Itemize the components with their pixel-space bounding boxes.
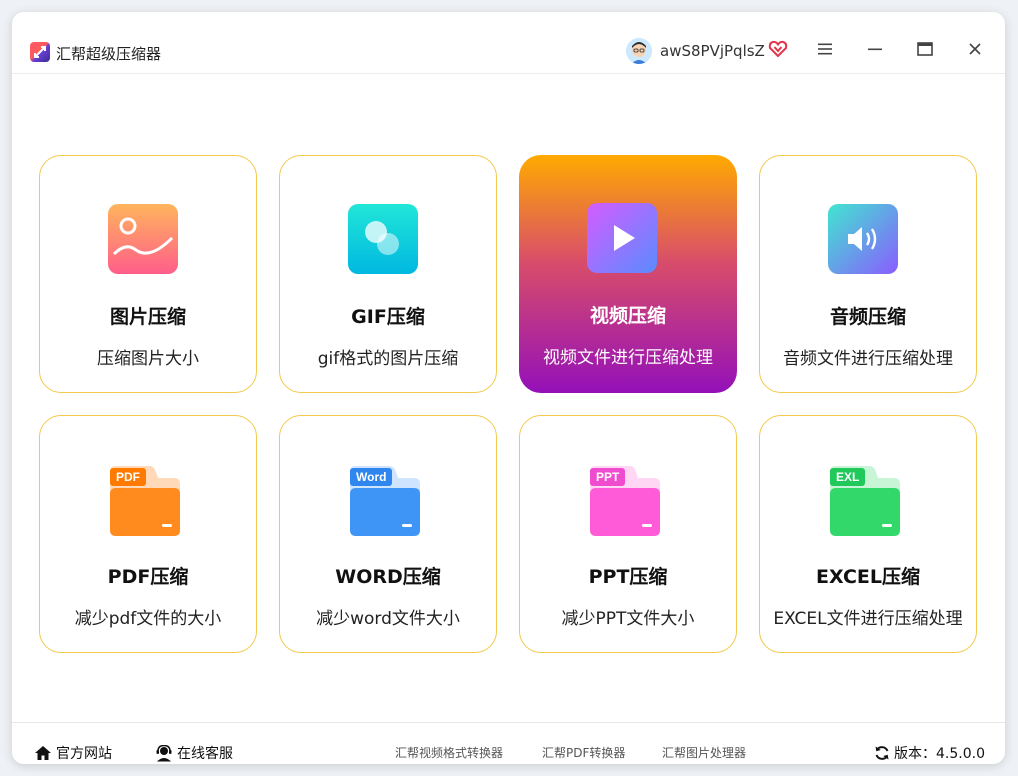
app-logo-icon xyxy=(30,42,50,62)
version-info[interactable]: 版本：4.5.0.0 xyxy=(874,743,985,763)
refresh-icon xyxy=(875,746,889,760)
card-gif-compress[interactable]: GIF压缩 gif格式的图片压缩 xyxy=(279,155,497,393)
menu-button[interactable] xyxy=(810,34,840,64)
online-service-link[interactable]: 在线客服 xyxy=(155,743,233,763)
card-desc: 压缩图片大小 xyxy=(97,349,199,369)
card-desc: EXCEL文件进行压缩处理 xyxy=(773,609,963,629)
version-label: 版本：4.5.0.0 xyxy=(894,746,985,762)
excel-folder-icon: EXL xyxy=(828,464,904,538)
maximize-icon xyxy=(917,42,933,56)
minimize-button[interactable] xyxy=(860,34,890,64)
card-title: 音频压缩 xyxy=(829,306,906,328)
image-processor-link[interactable]: 汇帮图片处理器 xyxy=(662,744,746,761)
word-folder-icon: Word xyxy=(348,464,424,538)
ppt-folder-icon: PPT xyxy=(588,464,664,538)
app-title: 汇帮超级压缩器 xyxy=(56,45,162,63)
card-image-compress[interactable]: 图片压缩 压缩图片大小 xyxy=(39,155,257,393)
home-icon xyxy=(35,746,51,760)
gif-icon xyxy=(348,204,424,278)
card-title: 视频压缩 xyxy=(589,305,666,327)
title-bar: 汇帮超级压缩器 awS8PVjPqlsZ xyxy=(12,12,1005,74)
card-desc: 减少word文件大小 xyxy=(316,609,460,629)
close-button[interactable] xyxy=(960,34,990,64)
video-converter-link[interactable]: 汇帮视频格式转换器 xyxy=(395,744,503,761)
card-title: PPT压缩 xyxy=(588,566,668,588)
user-avatar[interactable] xyxy=(626,38,652,64)
card-excel-compress[interactable]: EXL EXCEL压缩 EXCEL文件进行压缩处理 xyxy=(759,415,977,653)
card-desc: 减少pdf文件的大小 xyxy=(74,609,222,629)
card-title: GIF压缩 xyxy=(351,306,425,328)
card-video-compress[interactable]: 视频压缩 视频文件进行压缩处理 xyxy=(519,155,737,393)
minimize-icon xyxy=(868,48,882,51)
card-desc: 视频文件进行压缩处理 xyxy=(543,348,713,368)
card-ppt-compress[interactable]: PPT PPT压缩 减少PPT文件大小 xyxy=(519,415,737,653)
vip-heart-icon[interactable] xyxy=(768,39,788,63)
online-service-label: 在线客服 xyxy=(177,746,233,762)
maximize-button[interactable] xyxy=(910,34,940,64)
image-icon xyxy=(108,204,184,278)
speaker-icon xyxy=(828,204,904,278)
footer-bar: 官方网站 在线客服 汇帮视频格式转换器 汇帮PDF转换器 汇帮图片处理器 版本：… xyxy=(12,722,1005,764)
card-title: 图片压缩 xyxy=(109,306,186,328)
card-word-compress[interactable]: Word WORD压缩 减少word文件大小 xyxy=(279,415,497,653)
card-title: WORD压缩 xyxy=(335,566,441,588)
card-title: PDF压缩 xyxy=(107,566,189,588)
official-site-link[interactable]: 官方网站 xyxy=(34,743,112,763)
customer-service-icon xyxy=(156,744,172,761)
card-desc: 音频文件进行压缩处理 xyxy=(783,349,953,369)
close-icon xyxy=(969,43,981,55)
card-title: EXCEL压缩 xyxy=(816,566,920,588)
card-desc: gif格式的图片压缩 xyxy=(317,349,459,369)
hamburger-icon xyxy=(818,43,832,55)
pdf-converter-link[interactable]: 汇帮PDF转换器 xyxy=(542,744,625,761)
card-desc: 减少PPT文件大小 xyxy=(561,609,695,629)
official-site-label: 官方网站 xyxy=(56,746,112,762)
card-pdf-compress[interactable]: PDF PDF压缩 减少pdf文件的大小 xyxy=(39,415,257,653)
pdf-folder-icon: PDF xyxy=(108,464,184,538)
video-play-icon xyxy=(587,203,663,277)
card-audio-compress[interactable]: 音频压缩 音频文件进行压缩处理 xyxy=(759,155,977,393)
app-window: 汇帮超级压缩器 awS8PVjPqlsZ 图片压缩 压缩图片大小 GIF压缩 g… xyxy=(12,12,1005,764)
username[interactable]: awS8PVjPqlsZ xyxy=(660,42,765,60)
